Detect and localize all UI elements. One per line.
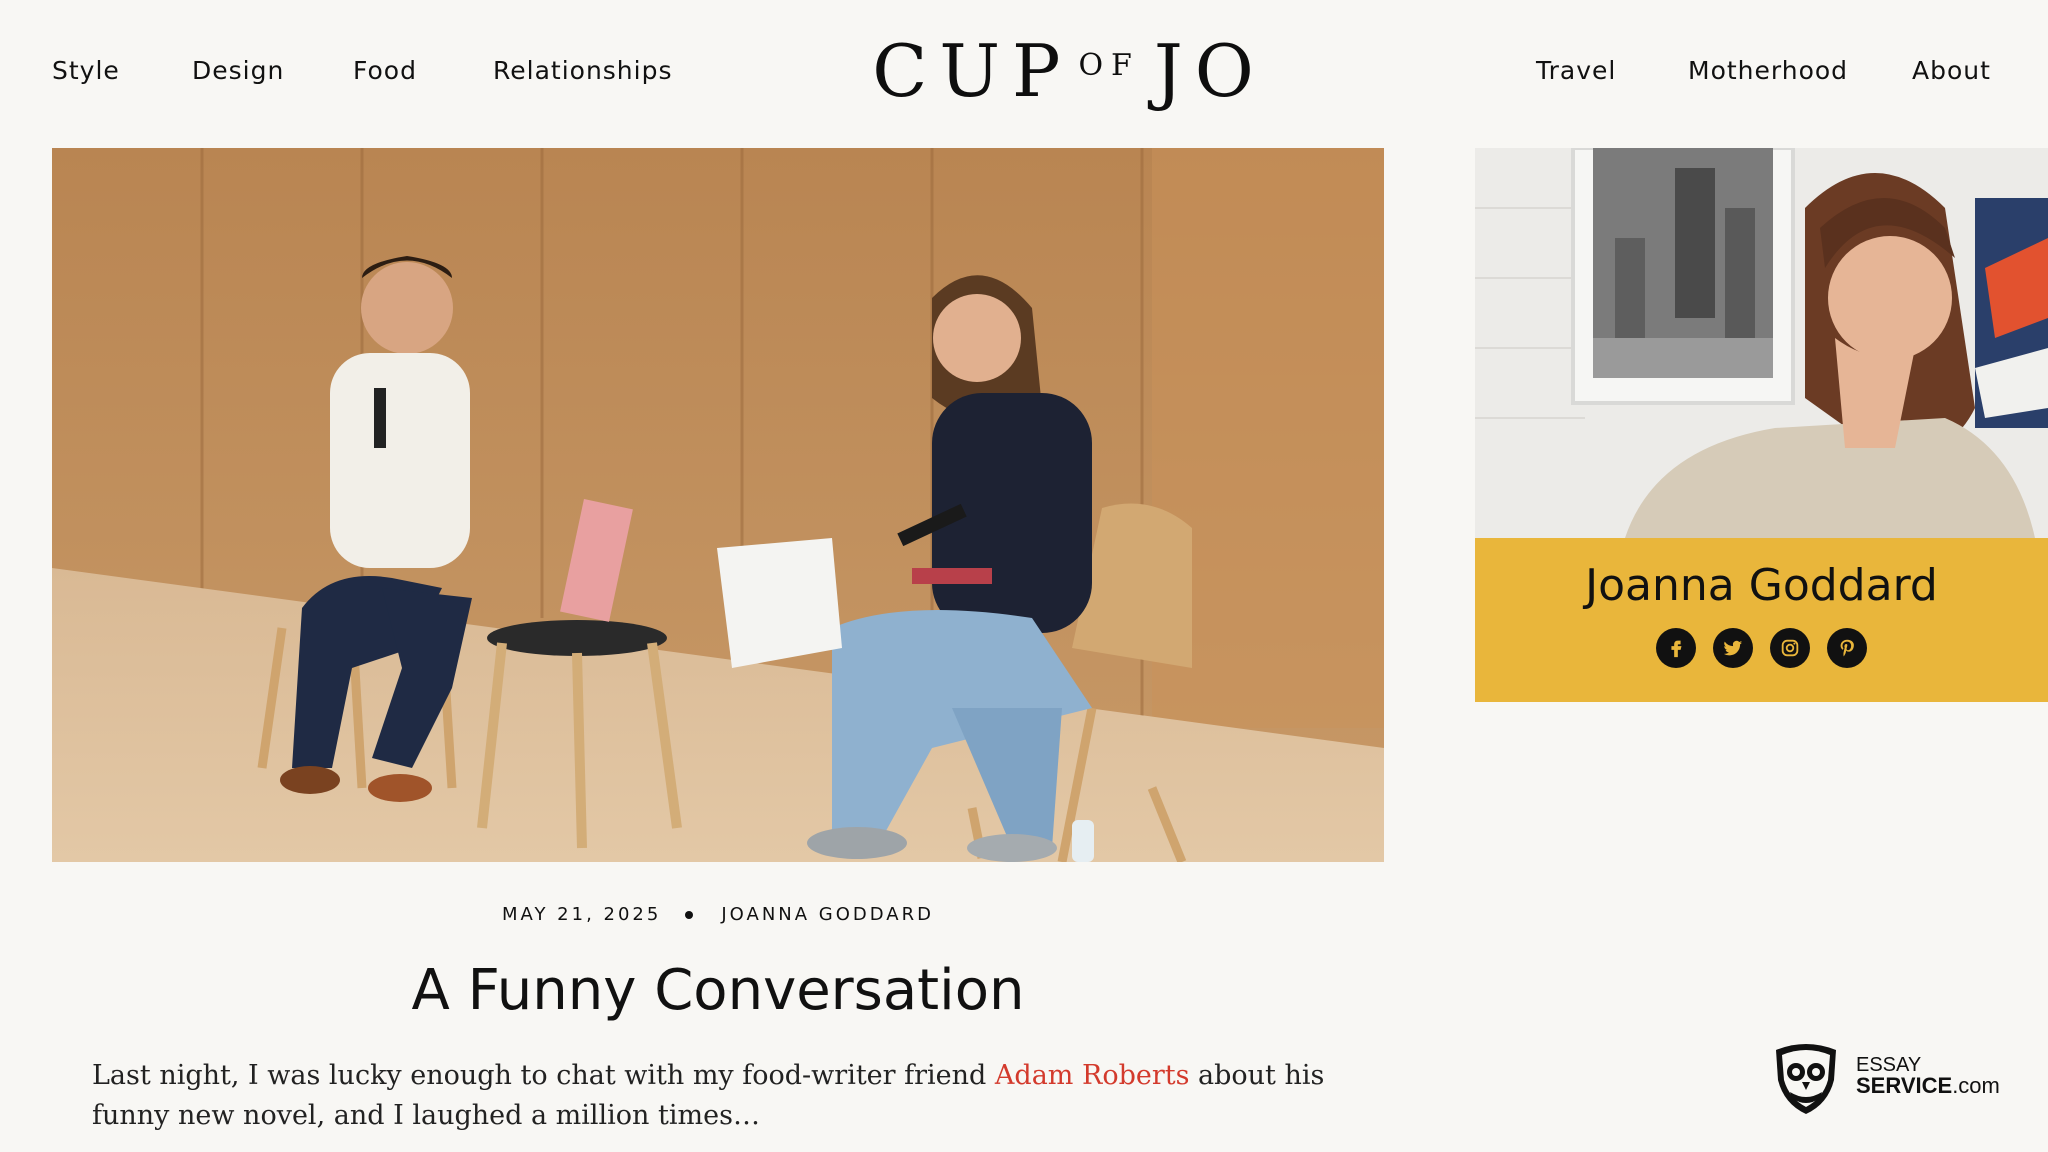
meta-separator-dot — [685, 910, 694, 919]
excerpt-link-adam-roberts[interactable]: Adam Roberts — [995, 1060, 1190, 1091]
article-meta: MAY 21, 2025 JOANNA GODDARD — [52, 904, 1384, 925]
watermark-line2-bold: SERVICE — [1856, 1073, 1953, 1098]
nav-relationships[interactable]: Relationships — [493, 56, 673, 85]
article-author[interactable]: JOANNA GODDARD — [721, 904, 934, 925]
article-date: MAY 21, 2025 — [502, 904, 662, 925]
instagram-icon[interactable] — [1770, 628, 1810, 668]
twitter-icon[interactable] — [1713, 628, 1753, 668]
author-card: Joanna Goddard — [1475, 538, 2048, 702]
author-photo-illustration — [1475, 148, 2048, 538]
nav-about[interactable]: About — [1912, 56, 1991, 85]
author-photo — [1475, 148, 2048, 538]
social-links — [1475, 628, 2048, 668]
hero-photo[interactable] — [52, 148, 1384, 862]
pinterest-icon[interactable] — [1827, 628, 1867, 668]
watermark-line1: ESSAY — [1856, 1054, 1922, 1076]
nav-food[interactable]: Food — [353, 56, 417, 85]
owl-logo-icon — [1776, 1044, 1836, 1114]
logo-of: OF — [1078, 47, 1140, 83]
author-name[interactable]: Joanna Goddard — [1475, 560, 2048, 611]
watermark-line2-rest: .com — [1952, 1073, 2000, 1098]
nav-design[interactable]: Design — [192, 56, 284, 85]
excerpt-text-before: Last night, I was lucky enough to chat w… — [92, 1060, 995, 1091]
hero-photo-illustration — [52, 148, 1384, 862]
article-title[interactable]: A Funny Conversation — [52, 958, 1384, 1023]
article-excerpt: Last night, I was lucky enough to chat w… — [92, 1056, 1352, 1136]
site-logo[interactable]: CUP OF JO — [834, 29, 1304, 113]
logo-cup: CUP — [872, 29, 1073, 113]
nav-motherhood[interactable]: Motherhood — [1688, 56, 1848, 85]
nav-style[interactable]: Style — [52, 56, 120, 85]
nav-travel[interactable]: Travel — [1536, 56, 1616, 85]
facebook-icon[interactable] — [1656, 628, 1696, 668]
logo-jo: JO — [1153, 29, 1266, 113]
essay-service-watermark: ESSAY SERVICE.com — [1766, 1034, 2006, 1118]
